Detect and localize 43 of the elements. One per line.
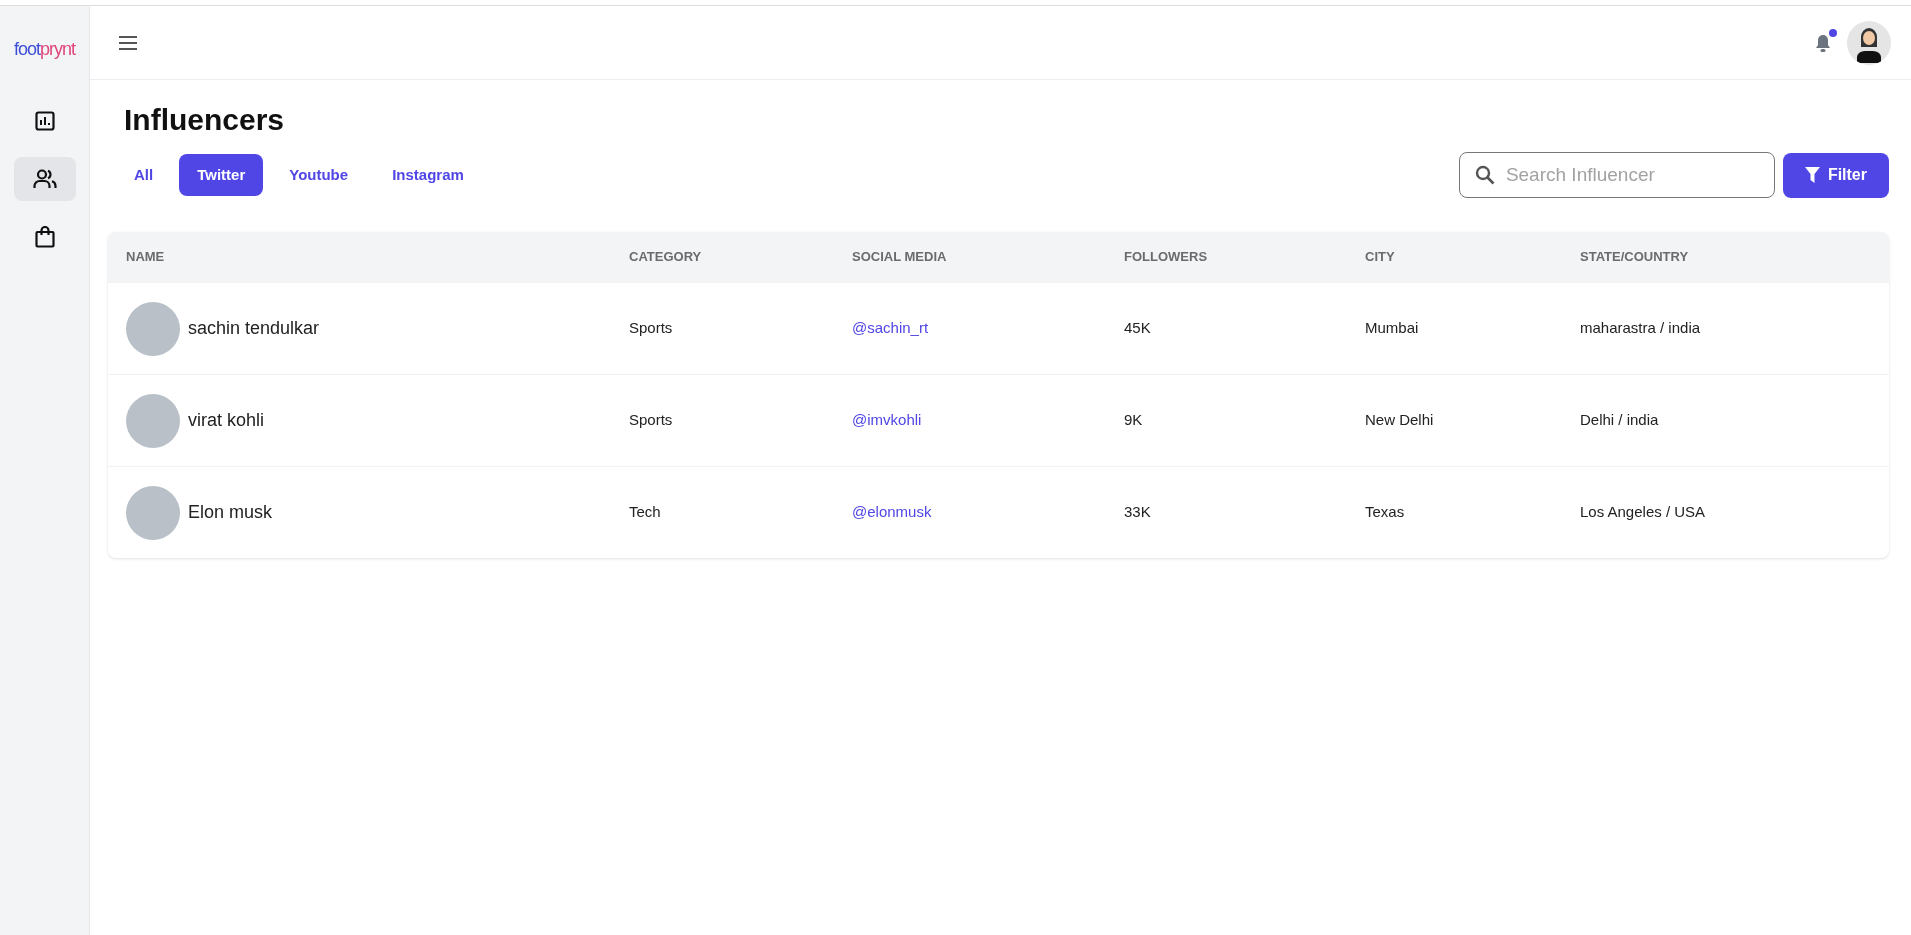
profile-avatar[interactable]: [1847, 20, 1891, 65]
column-header: FOLLOWERS: [1123, 248, 1209, 267]
state-country-cell-text: maharastra / india: [1579, 318, 1702, 339]
logo-text: footprynt: [13, 38, 76, 61]
influencer-name: virat kohli: [188, 409, 265, 432]
search-field[interactable]: Search Influencer: [1458, 152, 1775, 198]
users-icon: [32, 169, 57, 189]
category-cell-text: Tech: [628, 502, 662, 523]
category-cell-text: Sports: [628, 318, 674, 339]
influencer-name: Elon musk: [188, 501, 273, 524]
social-handle-link[interactable]: @elonmusk: [852, 503, 932, 521]
photo-placeholder: [126, 485, 180, 540]
state-country-cell-text: Delhi / india: [1579, 410, 1660, 431]
column-header: SOCIAL MEDIA: [851, 248, 948, 267]
column-header: CITY: [1364, 248, 1396, 267]
city-cell-text: New Delhi: [1364, 410, 1435, 431]
influencer-name: sachin tendulkar: [188, 317, 320, 340]
followers-cell-text: 33K: [1123, 502, 1152, 523]
bag-icon: [34, 226, 55, 248]
filter-tab[interactable]: Instagram: [374, 153, 482, 197]
filter-tab[interactable]: All: [116, 153, 172, 197]
category-cell-text: Sports: [628, 410, 674, 431]
city-cell-text: Mumbai: [1364, 318, 1420, 339]
column-header: STATE/COUNTRY: [1579, 248, 1690, 267]
page-title: Influencers: [124, 102, 286, 138]
users-nav-button[interactable]: [13, 157, 76, 201]
followers-cell-text: 9K: [1123, 410, 1144, 431]
city-cell-text: Texas: [1364, 502, 1406, 523]
filter-tab[interactable]: Youtube: [271, 153, 367, 197]
funnel-icon: [1804, 167, 1820, 183]
column-header: NAME: [125, 248, 166, 267]
state-country-cell-text: Los Angeles / USA: [1579, 502, 1707, 523]
photo-placeholder: [126, 301, 180, 356]
menu-icon[interactable]: [118, 35, 138, 50]
social-handle-link[interactable]: @imvkohli: [852, 411, 922, 429]
chart-icon: [34, 111, 55, 131]
column-header: CATEGORY: [628, 248, 703, 267]
social-handle-link[interactable]: @sachin_rt: [852, 319, 929, 337]
filter-tab[interactable]: Twitter: [179, 153, 264, 197]
bell-icon[interactable]: [1815, 33, 1831, 52]
followers-cell-text: 45K: [1123, 318, 1152, 339]
filter-button[interactable]: Filter: [1782, 152, 1889, 198]
photo-placeholder: [126, 393, 180, 448]
